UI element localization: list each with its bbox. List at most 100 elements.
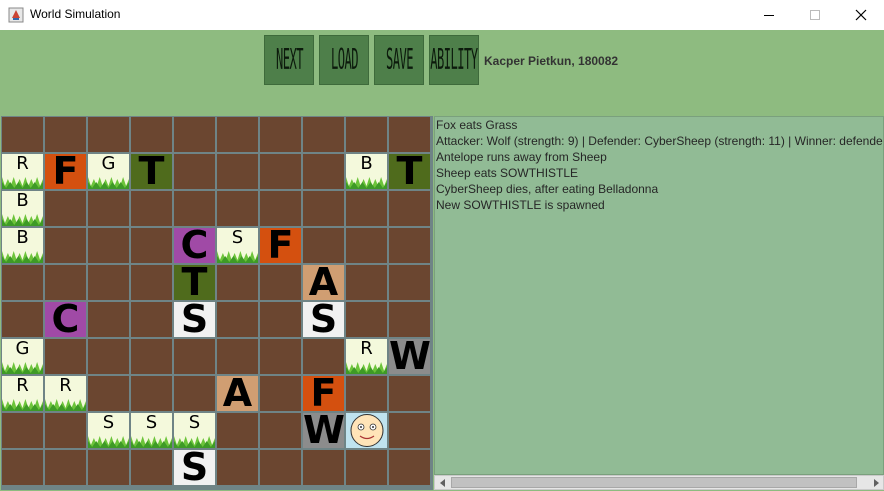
empty-cell — [45, 413, 86, 448]
empty-cell — [389, 413, 430, 448]
minimize-button[interactable] — [746, 0, 792, 30]
plant-tile: S — [174, 413, 215, 448]
empty-cell — [88, 265, 129, 300]
plant-tile: R — [346, 339, 387, 374]
next-button[interactable]: NEXT — [264, 35, 314, 85]
next-label: NEXT — [275, 43, 303, 77]
grass-icon — [346, 362, 387, 374]
empty-cell — [45, 339, 86, 374]
organism-letter: S — [180, 302, 209, 337]
load-label: LOAD — [330, 43, 358, 77]
empty-cell — [131, 228, 172, 263]
empty-cell — [389, 265, 430, 300]
empty-cell — [131, 191, 172, 226]
scroll-thumb[interactable] — [451, 477, 857, 488]
empty-cell — [346, 265, 387, 300]
log-line: Sheep eats SOWTHISTLE — [436, 166, 579, 180]
empty-cell — [260, 339, 301, 374]
organism-letter: W — [303, 413, 344, 448]
plant-letter: R — [59, 376, 72, 396]
scroll-left-arrow-icon[interactable] — [435, 476, 450, 489]
empty-cell — [2, 302, 43, 337]
empty-cell — [45, 117, 86, 152]
empty-cell — [88, 339, 129, 374]
empty-cell — [217, 413, 258, 448]
empty-cell — [303, 339, 344, 374]
empty-cell — [389, 117, 430, 152]
empty-cell — [346, 376, 387, 411]
empty-cell — [260, 265, 301, 300]
organism-letter: A — [308, 265, 339, 300]
empty-cell — [131, 265, 172, 300]
empty-cell — [217, 339, 258, 374]
empty-cell — [45, 228, 86, 263]
empty-cell — [217, 154, 258, 189]
organism-letter: C — [180, 228, 209, 263]
empty-cell — [389, 450, 430, 485]
close-icon — [855, 9, 867, 21]
empty-cell — [88, 191, 129, 226]
save-button[interactable]: SAVE — [374, 35, 424, 85]
empty-cell — [217, 117, 258, 152]
empty-cell — [346, 302, 387, 337]
empty-cell — [389, 228, 430, 263]
empty-cell — [346, 191, 387, 226]
grass-icon — [88, 436, 129, 448]
plant-letter: G — [15, 339, 30, 359]
organism-letter: T — [138, 154, 165, 189]
organism-letter: F — [310, 376, 337, 411]
organism-letter: T — [181, 265, 208, 300]
empty-cell — [131, 117, 172, 152]
plant-tile: G — [88, 154, 129, 189]
empty-cell — [217, 450, 258, 485]
load-button[interactable]: LOAD — [319, 35, 369, 85]
empty-cell — [2, 413, 43, 448]
empty-cell — [88, 450, 129, 485]
author-label: Kacper Pietkun, 180082 — [484, 54, 619, 68]
window-title: World Simulation — [30, 7, 121, 21]
empty-cell — [303, 228, 344, 263]
empty-cell — [260, 376, 301, 411]
grass-icon — [2, 399, 43, 411]
empty-cell — [45, 450, 86, 485]
plant-letter: R — [360, 339, 373, 359]
empty-cell — [260, 117, 301, 152]
empty-cell — [174, 154, 215, 189]
scroll-right-arrow-icon[interactable] — [868, 476, 883, 489]
antelope-tile: A — [303, 265, 344, 300]
organism-letter: C — [51, 302, 80, 337]
plant-letter: R — [16, 376, 29, 396]
organism-letter: A — [222, 376, 253, 411]
empty-cell — [217, 265, 258, 300]
empty-cell — [174, 339, 215, 374]
ability-button[interactable]: ABILITY — [429, 35, 479, 85]
empty-cell — [131, 376, 172, 411]
empty-cell — [88, 376, 129, 411]
grass-icon — [45, 399, 86, 411]
fox-tile: F — [260, 228, 301, 263]
log-line: Attacker: Wolf (strength: 9) | Defender:… — [436, 134, 884, 148]
plant-letter: G — [101, 154, 116, 174]
human-face-icon — [350, 414, 384, 447]
grass-icon — [2, 177, 43, 189]
organism-letter: S — [309, 302, 338, 337]
plant-letter: B — [16, 191, 29, 211]
grass-icon — [174, 436, 215, 448]
empty-cell — [303, 117, 344, 152]
plant-tile: S — [131, 413, 172, 448]
log-horizontal-scrollbar[interactable] — [434, 475, 884, 490]
wolf-tile: W — [389, 339, 430, 374]
empty-cell — [389, 302, 430, 337]
toolbar: NEXT LOAD SAVE ABILITY Kacper Pietkun, 1… — [0, 30, 884, 113]
organism-letter: F — [267, 228, 294, 263]
plant-letter: S — [231, 228, 244, 248]
empty-cell — [303, 450, 344, 485]
empty-cell — [174, 191, 215, 226]
title-bar: World Simulation — [0, 0, 884, 30]
close-button[interactable] — [838, 0, 884, 30]
log-line: CyberSheep dies, after eating Belladonna — [436, 182, 659, 196]
maximize-button[interactable] — [792, 0, 838, 30]
ability-label: ABILITY — [430, 43, 478, 77]
plant-tile: B — [2, 228, 43, 263]
antelope-tile: A — [217, 376, 258, 411]
